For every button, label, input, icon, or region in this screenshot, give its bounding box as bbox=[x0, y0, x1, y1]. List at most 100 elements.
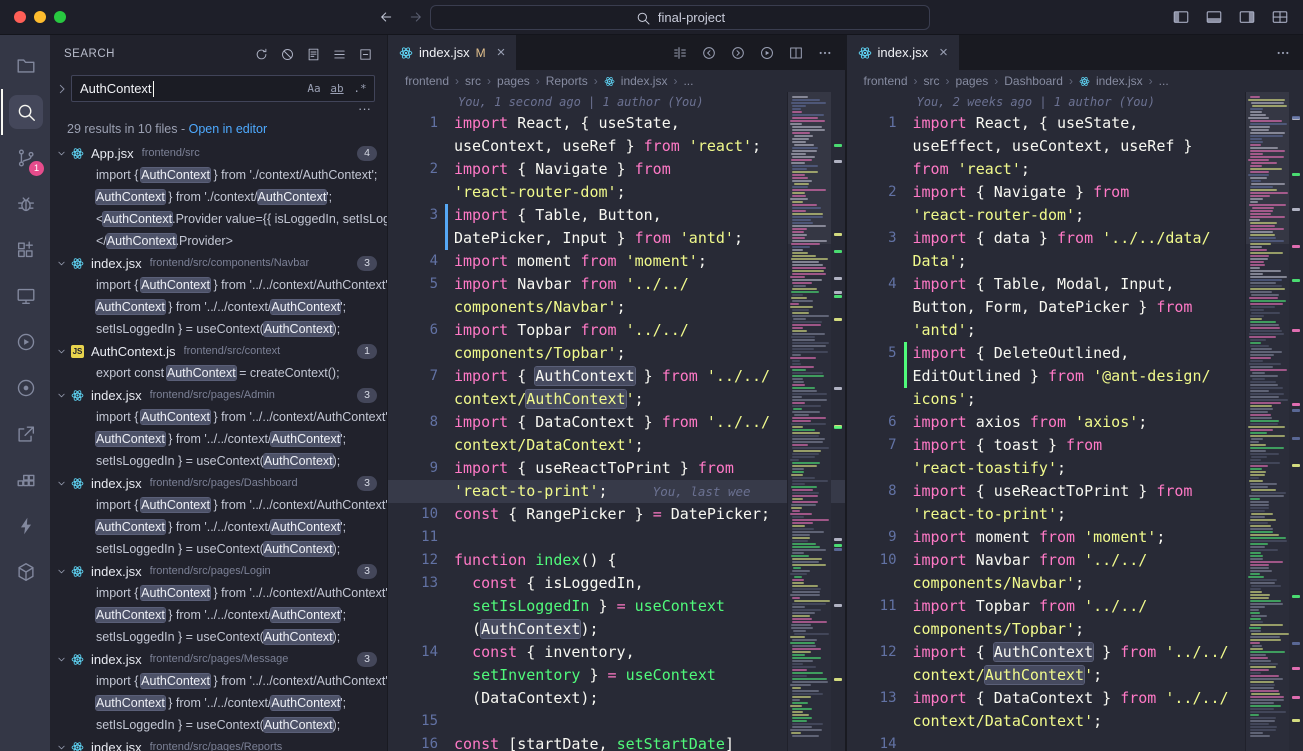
activity-item-extensions[interactable] bbox=[1, 227, 49, 273]
open-in-editor-link[interactable]: Open in editor bbox=[189, 122, 268, 136]
search-file-row[interactable]: index.jsxfrontend/src/pages/Message3 bbox=[50, 648, 387, 670]
breadcrumb-item[interactable]: Reports bbox=[546, 74, 588, 88]
breadcrumb-item[interactable]: frontend bbox=[864, 74, 908, 88]
search-match-row[interactable]: import { AuthContext } from './context/A… bbox=[50, 164, 387, 186]
editor-tab[interactable]: index.jsx× bbox=[847, 35, 959, 70]
match-case-toggle[interactable]: Aa bbox=[304, 79, 324, 99]
more-actions-icon[interactable] bbox=[1275, 45, 1291, 61]
toggle-search-details-icon[interactable]: ··· bbox=[358, 101, 371, 116]
search-match-row[interactable]: AuthContext } from '../../context/AuthCo… bbox=[50, 428, 387, 450]
breadcrumb-item[interactable]: ... bbox=[1159, 74, 1169, 88]
more-actions-icon[interactable] bbox=[817, 45, 833, 61]
toggle-replace-chevron-icon[interactable] bbox=[54, 81, 71, 102]
chevron-down-icon[interactable] bbox=[55, 477, 71, 490]
activity-item-containers[interactable] bbox=[1, 457, 49, 503]
minimap[interactable] bbox=[787, 92, 831, 751]
breadcrumb-item[interactable]: frontend bbox=[405, 74, 449, 88]
breadcrumb-item[interactable]: index.jsx bbox=[621, 74, 668, 88]
search-match-row[interactable]: setIsLoggedIn } = useContext(AuthContext… bbox=[50, 318, 387, 340]
toggle-secondary-sidebar-icon[interactable] bbox=[1238, 8, 1256, 26]
toggle-primary-sidebar-icon[interactable] bbox=[1172, 8, 1190, 26]
search-match-row[interactable]: setIsLoggedIn } = useContext(AuthContext… bbox=[50, 714, 387, 736]
search-match-row[interactable]: export const AuthContext = createContext… bbox=[50, 362, 387, 384]
breadcrumb-item[interactable]: index.jsx bbox=[1096, 74, 1143, 88]
gutter-change-marker bbox=[897, 365, 913, 388]
search-match-row[interactable]: AuthContext } from '../../context/AuthCo… bbox=[50, 604, 387, 626]
search-match-row[interactable]: import { AuthContext } from '../../conte… bbox=[50, 582, 387, 604]
breadcrumb-item[interactable]: ... bbox=[683, 74, 693, 88]
editor-tab[interactable]: index.jsxM× bbox=[388, 35, 516, 70]
activity-item-explorer[interactable] bbox=[1, 43, 49, 89]
search-match-row[interactable]: AuthContext } from '../../context/AuthCo… bbox=[50, 692, 387, 714]
breadcrumb-item[interactable]: pages bbox=[497, 74, 530, 88]
activity-item-live-share[interactable] bbox=[1, 411, 49, 457]
search-match-row[interactable]: </AuthContext.Provider> bbox=[50, 230, 387, 252]
split-editor-icon[interactable] bbox=[788, 45, 804, 61]
activity-item-source-control[interactable]: 1 bbox=[1, 135, 49, 181]
next-change-icon[interactable] bbox=[730, 45, 746, 61]
breadcrumb-item[interactable]: Dashboard bbox=[1004, 74, 1063, 88]
activity-item-testing[interactable] bbox=[1, 319, 49, 365]
search-file-row[interactable]: index.jsxfrontend/src/pages/Login3 bbox=[50, 560, 387, 582]
results-summary: 29 results in 10 files - Open in editor bbox=[50, 118, 387, 142]
zoom-window-button[interactable] bbox=[54, 11, 66, 23]
search-match-row[interactable]: setIsLoggedIn } = useContext(AuthContext… bbox=[50, 626, 387, 648]
chevron-down-icon[interactable] bbox=[55, 389, 71, 402]
chevron-down-icon[interactable] bbox=[55, 147, 71, 160]
refresh-icon[interactable] bbox=[254, 47, 269, 62]
chevron-down-icon[interactable] bbox=[55, 653, 71, 666]
search-match-row[interactable]: setIsLoggedIn } = useContext(AuthContext… bbox=[50, 450, 387, 472]
activity-item-power-tools[interactable] bbox=[1, 503, 49, 549]
close-window-button[interactable] bbox=[14, 11, 26, 23]
back-icon[interactable] bbox=[376, 7, 396, 27]
breadcrumb-item[interactable]: pages bbox=[956, 74, 989, 88]
activity-item-run-debug[interactable] bbox=[1, 181, 49, 227]
editor-surface[interactable]: You, 1 second ago | 1 author (You)1impor… bbox=[388, 92, 845, 751]
chevron-down-icon[interactable] bbox=[55, 345, 71, 358]
code-text: import Topbar from '../../ bbox=[454, 319, 785, 342]
clear-icon[interactable] bbox=[280, 47, 295, 62]
search-match-row[interactable]: import { AuthContext } from '../../conte… bbox=[50, 670, 387, 692]
search-match-row[interactable]: AuthContext } from '../../context/AuthCo… bbox=[50, 296, 387, 318]
customize-layout-icon[interactable] bbox=[1271, 8, 1289, 26]
search-match-row[interactable]: import { AuthContext } from '../../conte… bbox=[50, 406, 387, 428]
collapse-all-icon[interactable] bbox=[358, 47, 373, 62]
run-icon[interactable] bbox=[759, 45, 775, 61]
chevron-down-icon[interactable] bbox=[55, 565, 71, 578]
activity-item-search[interactable] bbox=[1, 89, 49, 135]
search-file-row[interactable]: index.jsxfrontend/src/pages/Dashboard3 bbox=[50, 472, 387, 494]
search-match-row[interactable]: setIsLoggedIn } = useContext(AuthContext… bbox=[50, 538, 387, 560]
minimap[interactable] bbox=[1245, 92, 1289, 751]
breadcrumb-item[interactable]: src bbox=[465, 74, 481, 88]
breadcrumb-item[interactable]: src bbox=[924, 74, 940, 88]
whole-word-toggle[interactable]: ab bbox=[327, 79, 347, 99]
list-icon[interactable] bbox=[332, 47, 347, 62]
search-match-row[interactable]: AuthContext } from '../../context/AuthCo… bbox=[50, 516, 387, 538]
editor-surface[interactable]: You, 2 weeks ago | 1 author (You)1import… bbox=[847, 92, 1303, 751]
open-changes-icon[interactable] bbox=[672, 45, 688, 61]
search-match-row[interactable]: import { AuthContext } from '../../conte… bbox=[50, 494, 387, 516]
search-file-row[interactable]: index.jsxfrontend/src/pages/Reports bbox=[50, 736, 387, 751]
forward-icon[interactable] bbox=[406, 7, 426, 27]
search-match-row[interactable]: import { AuthContext } from '../../conte… bbox=[50, 274, 387, 296]
search-file-row[interactable]: App.jsxfrontend/src4 bbox=[50, 142, 387, 164]
close-tab-icon[interactable]: × bbox=[497, 44, 506, 61]
activity-item-packages[interactable] bbox=[1, 549, 49, 595]
close-tab-icon[interactable]: × bbox=[939, 44, 948, 61]
chevron-down-icon[interactable] bbox=[55, 741, 71, 751]
search-match-row[interactable]: <AuthContext.Provider value={{ isLoggedI… bbox=[50, 208, 387, 230]
new-search-editor-icon[interactable] bbox=[306, 47, 321, 62]
activity-item-remote-explorer[interactable] bbox=[1, 273, 49, 319]
activity-item-gitlens[interactable] bbox=[1, 365, 49, 411]
search-match-row[interactable]: AuthContext } from './context/AuthContex… bbox=[50, 186, 387, 208]
search-file-row[interactable]: index.jsxfrontend/src/components/Navbar3 bbox=[50, 252, 387, 274]
prev-change-icon[interactable] bbox=[701, 45, 717, 61]
search-file-row[interactable]: JSAuthContext.jsfrontend/src/context1 bbox=[50, 340, 387, 362]
minimize-window-button[interactable] bbox=[34, 11, 46, 23]
toggle-panel-icon[interactable] bbox=[1205, 8, 1223, 26]
use-regex-toggle[interactable]: .* bbox=[350, 79, 370, 99]
search-input[interactable]: AuthContext Aaab.* bbox=[71, 75, 375, 102]
chevron-down-icon[interactable] bbox=[55, 257, 71, 270]
command-center-search[interactable]: final-project bbox=[430, 5, 930, 30]
search-file-row[interactable]: index.jsxfrontend/src/pages/Admin3 bbox=[50, 384, 387, 406]
